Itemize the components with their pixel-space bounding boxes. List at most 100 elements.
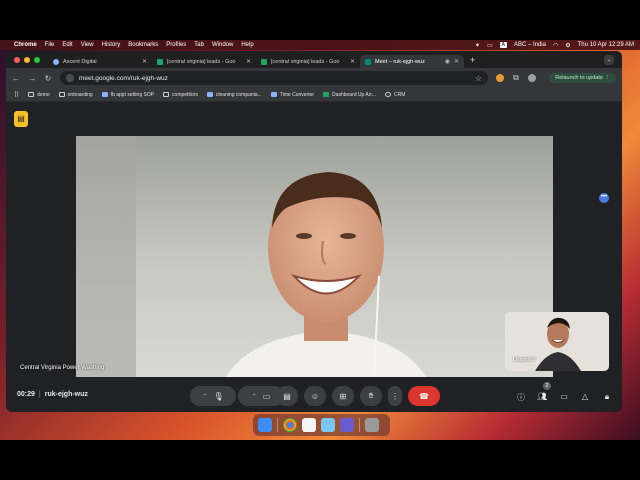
chrome-window: Ascent Digital ✕ [central virginia] lead…: [6, 51, 622, 412]
forward-button[interactable]: →: [28, 74, 36, 83]
bookmark-label: CRM: [393, 91, 406, 98]
browser-toolbar: ← → ↻ meet.google.com/ruk-ejgh-wuz ☆ ⧉ R…: [6, 68, 622, 88]
present-screen-button[interactable]: ⊞: [332, 386, 354, 406]
hang-up-icon: ☎: [419, 391, 429, 401]
tab-leads-2[interactable]: [central virginia] leads - Goo ✕: [256, 55, 360, 68]
bookmark-onboarding[interactable]: onboarding: [58, 91, 93, 98]
bookmark-crm[interactable]: CRM: [384, 91, 406, 98]
bookmark-label: fb appt setting SOP: [110, 91, 155, 98]
bookmark-demo[interactable]: demo: [28, 92, 50, 98]
tab-ascent-digital[interactable]: Ascent Digital ✕: [48, 55, 152, 68]
menu-tab[interactable]: Tab: [194, 42, 204, 48]
notes-icon[interactable]: [321, 418, 335, 432]
app-icon[interactable]: [340, 418, 354, 432]
leave-call-button[interactable]: ☎: [408, 386, 440, 406]
bookmark-label: onboarding: [67, 91, 93, 98]
bookmark-cleaning[interactable]: cleaning compania...: [206, 91, 262, 98]
chevron-up-icon[interactable]: ⌃: [252, 393, 257, 400]
menubar-clock[interactable]: Thu 10 Apr 12:29 AM: [578, 42, 634, 48]
menu-view[interactable]: View: [81, 42, 94, 48]
bookmark-label: cleaning compania...: [215, 91, 262, 98]
close-window-button[interactable]: [14, 56, 20, 63]
finder-icon[interactable]: [258, 418, 272, 432]
sheets-icon: [157, 58, 163, 65]
meeting-info-icon[interactable]: ⓘ: [516, 392, 526, 403]
extension-icon[interactable]: [496, 74, 504, 82]
sheets-icon: [323, 92, 330, 97]
zoom-window-button[interactable]: [34, 56, 40, 63]
captions-button[interactable]: ▤: [276, 386, 298, 406]
meeting-clock: 00:29: [17, 391, 35, 398]
extensions-puzzle-icon[interactable]: ⧉: [512, 73, 520, 83]
tab-meet[interactable]: Meet – ruk-ejgh-wuz ◉ ✕: [360, 55, 464, 68]
separator: |: [38, 391, 41, 398]
docs-icon: [101, 92, 108, 97]
window-controls: [6, 56, 48, 63]
bookmark-competitors[interactable]: competitors: [163, 92, 198, 98]
menu-window[interactable]: Window: [212, 42, 233, 48]
extension-icon[interactable]: ✶: [475, 42, 480, 49]
battery-icon[interactable]: ▭: [487, 42, 493, 49]
chevron-up-icon[interactable]: ⌃: [202, 393, 207, 400]
address-bar[interactable]: meet.google.com/ruk-ejgh-wuz ☆: [60, 71, 488, 85]
bookmark-fb-appt-sop[interactable]: fb appt setting SOP: [101, 91, 155, 98]
bookmark-time-converter[interactable]: Time Converter: [270, 91, 315, 98]
menu-edit[interactable]: Edit: [62, 42, 72, 48]
macos-dock: [253, 414, 390, 436]
bookmark-label: Time Converter: [279, 91, 315, 98]
url-text[interactable]: meet.google.com/ruk-ejgh-wuz: [79, 75, 168, 82]
bookmark-label: Dashboard Up Arr...: [332, 91, 376, 98]
microphone-button[interactable]: ⌃ 🎙︎: [190, 386, 236, 406]
back-button[interactable]: ←: [12, 74, 20, 83]
input-source-label[interactable]: ABC – India: [514, 42, 546, 48]
menu-bookmarks[interactable]: Bookmarks: [128, 42, 158, 48]
profile-avatar-icon[interactable]: [528, 74, 536, 82]
close-tab-icon[interactable]: ✕: [454, 58, 459, 65]
macos-menubar: Chrome File Edit View History Bookmarks …: [0, 40, 640, 50]
globe-icon: [384, 92, 391, 97]
relaunch-to-update-button[interactable]: Relaunch to update ⋮: [549, 73, 616, 83]
apps-grid-icon[interactable]: ⠿: [14, 91, 19, 99]
menubar-app-name[interactable]: Chrome: [14, 42, 37, 48]
new-tab-button[interactable]: +: [470, 55, 475, 65]
menu-profiles[interactable]: Profiles: [166, 42, 186, 48]
folder-icon: [58, 92, 65, 97]
menu-help[interactable]: Help: [241, 42, 253, 48]
raise-hand-button[interactable]: ✋︎: [360, 386, 382, 406]
tab-leads-1[interactable]: [central virginia] leads - Goo ✕: [152, 55, 256, 68]
more-options-button[interactable]: ⋮: [388, 386, 402, 406]
close-tab-icon[interactable]: ✕: [246, 58, 251, 65]
more-options-icon[interactable]: •••: [599, 193, 609, 203]
chat-icon[interactable]: ▭: [559, 392, 569, 401]
close-tab-icon[interactable]: ✕: [350, 58, 355, 65]
tab-title: Meet – ruk-ejgh-wuz: [375, 58, 425, 65]
circle-icon: [53, 58, 59, 65]
calendar-icon[interactable]: [302, 418, 316, 432]
bookmark-star-icon[interactable]: ☆: [475, 74, 482, 83]
captions-icon: ▤: [283, 391, 291, 401]
menu-file[interactable]: File: [45, 42, 55, 48]
tab-title: [central virginia] leads - Goo: [167, 58, 236, 65]
emoji-icon: ☺: [310, 391, 320, 401]
control-center-icon[interactable]: ⚙: [565, 42, 570, 49]
trash-icon[interactable]: [365, 418, 379, 432]
reload-button[interactable]: ↻: [44, 74, 52, 83]
site-info-icon[interactable]: [66, 74, 74, 82]
reactions-button[interactable]: ☺: [304, 386, 326, 406]
record-indicator-icon: ◉: [444, 59, 450, 65]
meeting-details-icon[interactable]: ▤: [14, 111, 28, 127]
menu-history[interactable]: History: [102, 42, 121, 48]
people-icon[interactable]: 👥︎: [537, 392, 547, 401]
bookmark-dashboard[interactable]: Dashboard Up Arr...: [323, 92, 376, 98]
minimize-window-button[interactable]: [24, 56, 30, 63]
chrome-icon[interactable]: [283, 418, 297, 432]
wifi-icon[interactable]: ◠: [553, 42, 558, 49]
input-source-badge[interactable]: A: [499, 42, 507, 48]
tab-search-button[interactable]: ⌄: [604, 54, 614, 65]
microphone-icon: 🎙︎: [213, 391, 224, 401]
main-participant-name: Central Virginia Power Washing: [20, 365, 105, 371]
tab-title: Ascent Digital: [63, 58, 97, 65]
activities-icon[interactable]: △: [580, 392, 590, 401]
host-controls-icon[interactable]: 🔒︎: [602, 392, 612, 402]
close-tab-icon[interactable]: ✕: [142, 58, 147, 65]
